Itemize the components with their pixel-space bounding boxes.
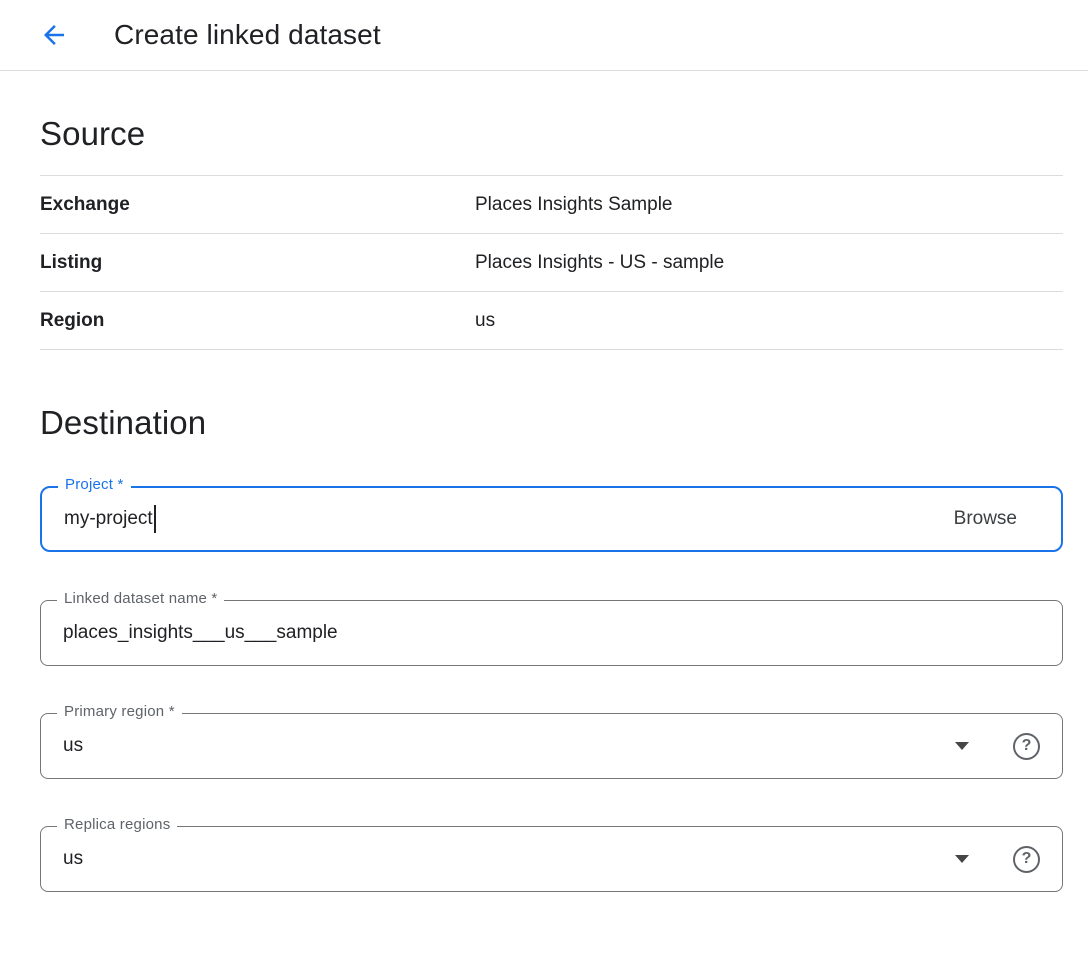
project-field[interactable]: Project * my-project Browse bbox=[40, 486, 1063, 552]
linked-dataset-name-value: places_insights___us___sample bbox=[63, 622, 338, 644]
text-cursor bbox=[154, 505, 156, 533]
project-field-value: my-project bbox=[64, 508, 153, 530]
replica-regions-value: us bbox=[63, 848, 83, 870]
arrow-back-icon bbox=[39, 20, 69, 50]
project-field-label: Project * bbox=[58, 476, 131, 493]
row-label: Listing bbox=[40, 252, 475, 274]
page-title: Create linked dataset bbox=[114, 19, 381, 51]
row-value: Places Insights Sample bbox=[475, 194, 673, 216]
replica-regions-field[interactable]: Replica regions us ? bbox=[40, 826, 1063, 892]
arrow-drop-down-icon[interactable] bbox=[955, 855, 969, 863]
row-label: Region bbox=[40, 310, 475, 332]
table-row-region: Region us bbox=[40, 292, 1063, 350]
create-linked-dataset-page: Create linked dataset Source Exchange Pl… bbox=[0, 0, 1088, 976]
linked-dataset-name-label: Linked dataset name * bbox=[57, 590, 224, 607]
help-icon[interactable]: ? bbox=[1013, 846, 1040, 873]
main-content: Source Exchange Places Insights Sample L… bbox=[0, 115, 1088, 976]
arrow-drop-down-icon[interactable] bbox=[955, 742, 969, 750]
row-value: us bbox=[475, 310, 495, 332]
browse-button[interactable]: Browse bbox=[954, 508, 1017, 530]
row-label: Exchange bbox=[40, 194, 475, 216]
destination-heading: Destination bbox=[40, 404, 1063, 442]
source-heading: Source bbox=[40, 115, 1063, 153]
back-button[interactable] bbox=[34, 15, 74, 55]
primary-region-value: us bbox=[63, 735, 83, 757]
source-table: Exchange Places Insights Sample Listing … bbox=[40, 175, 1063, 350]
primary-region-field[interactable]: Primary region * us ? bbox=[40, 713, 1063, 779]
primary-region-label: Primary region * bbox=[57, 703, 182, 720]
linked-dataset-name-field[interactable]: Linked dataset name * places_insights___… bbox=[40, 600, 1063, 666]
help-icon[interactable]: ? bbox=[1013, 733, 1040, 760]
page-header: Create linked dataset bbox=[0, 0, 1088, 71]
table-row-exchange: Exchange Places Insights Sample bbox=[40, 176, 1063, 234]
table-row-listing: Listing Places Insights - US - sample bbox=[40, 234, 1063, 292]
row-value: Places Insights - US - sample bbox=[475, 252, 724, 274]
replica-regions-label: Replica regions bbox=[57, 816, 177, 833]
